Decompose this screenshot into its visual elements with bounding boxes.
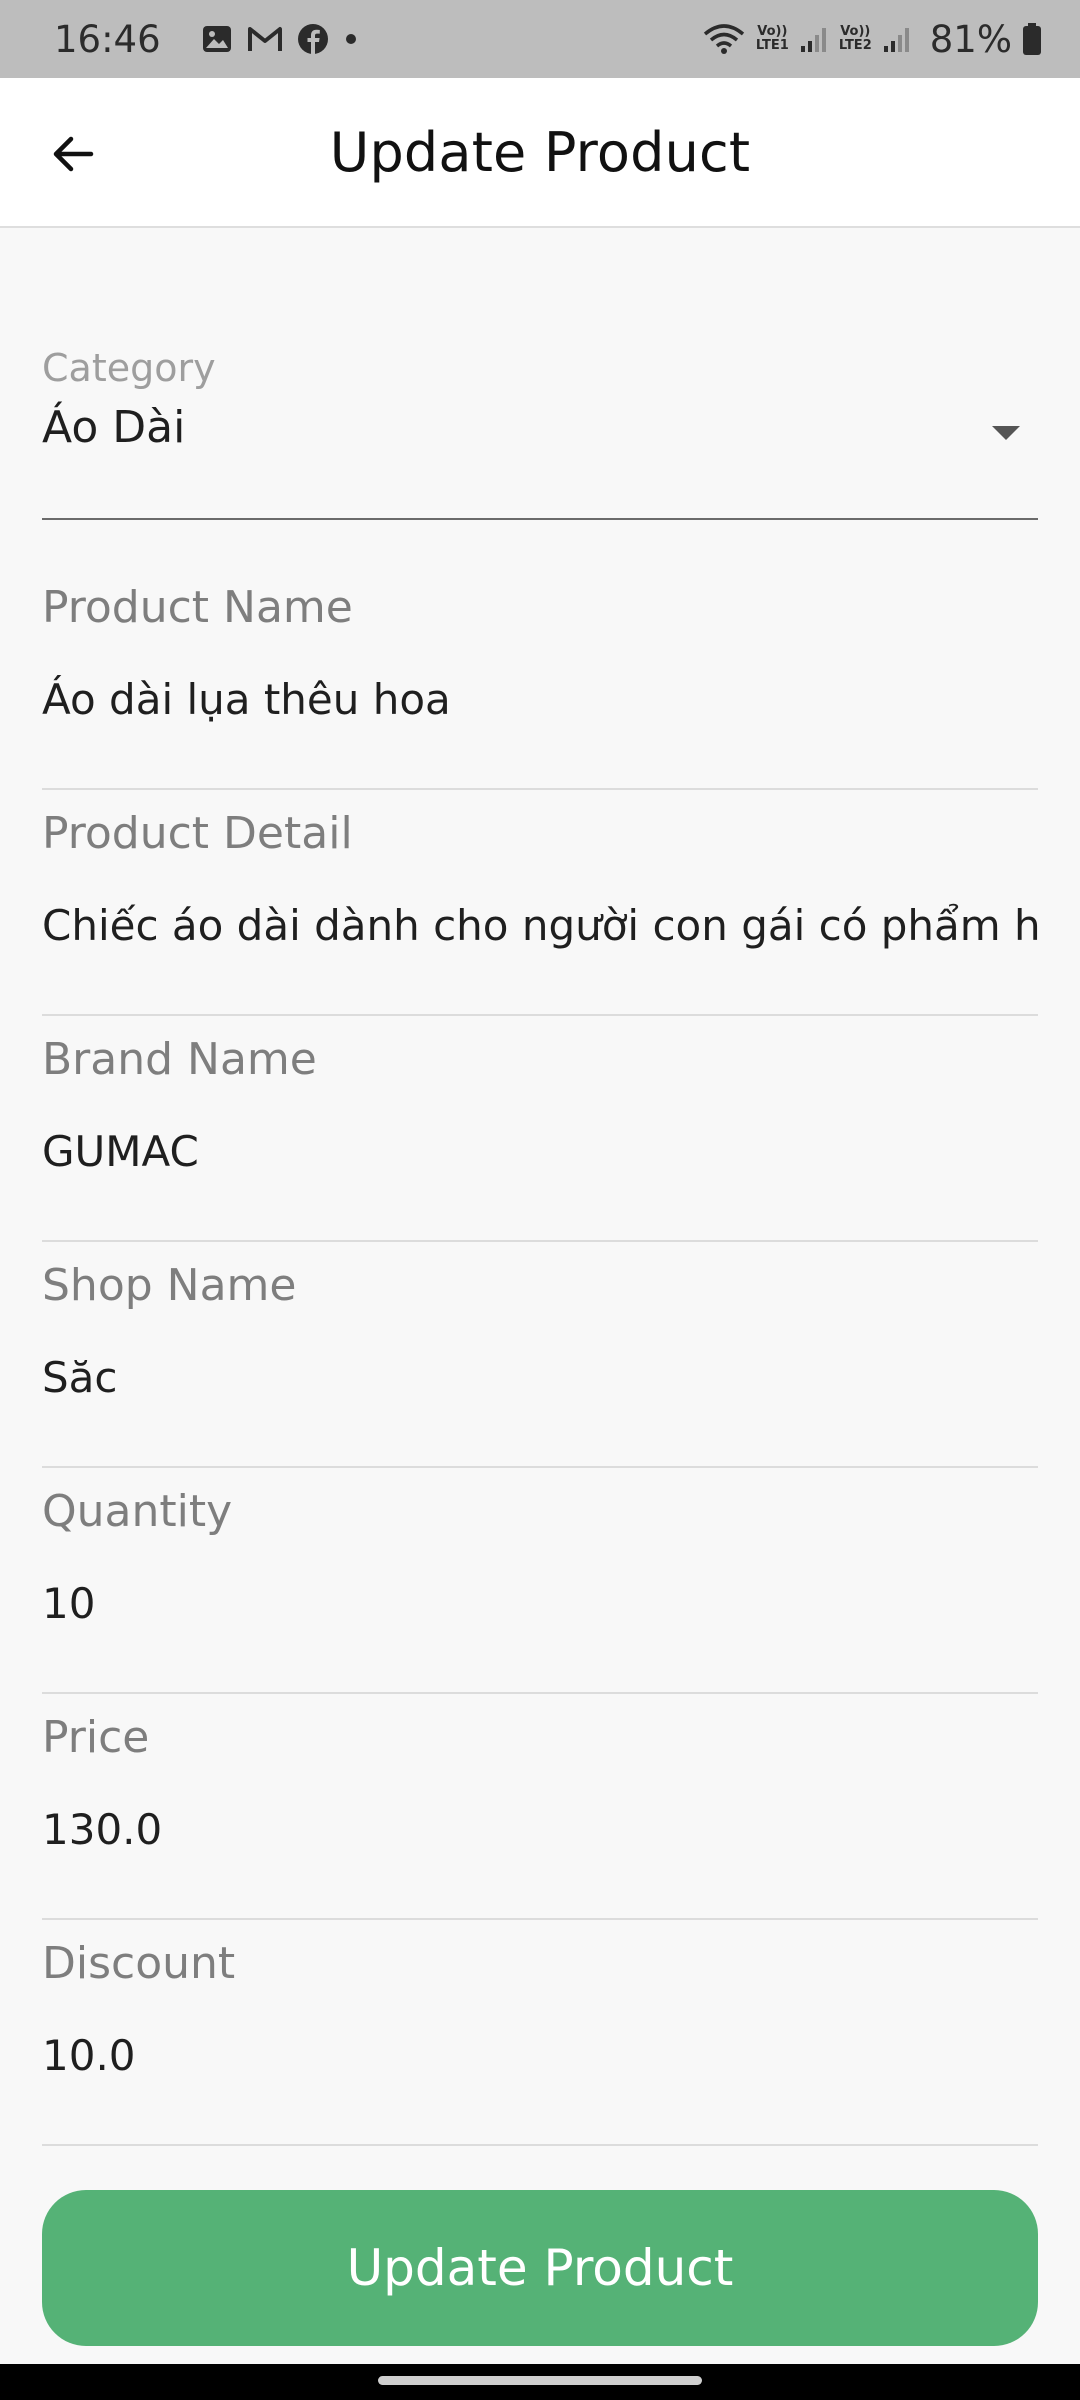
brand-name-input[interactable]: [42, 1116, 1038, 1186]
category-value: Áo Dài: [42, 402, 186, 453]
status-left: 16:46: [54, 18, 359, 61]
sim1-label-top: Vo)): [757, 24, 788, 39]
quantity-input[interactable]: [42, 1568, 1038, 1638]
arrow-left-icon: [53, 136, 94, 172]
product-name-label: Product Name: [42, 582, 353, 633]
notification-icons: [201, 23, 359, 55]
page-title: Update Product: [329, 120, 751, 184]
product-detail-input[interactable]: [42, 890, 1038, 960]
shop-name-input[interactable]: [42, 1342, 1038, 1412]
gmail-icon: [247, 24, 283, 54]
discount-label: Discount: [42, 1938, 236, 1989]
status-time: 16:46: [54, 17, 161, 61]
product-detail-label: Product Detail: [42, 808, 353, 859]
category-label: Category: [42, 346, 216, 390]
discount-field: Discount: [42, 1920, 1038, 2146]
update-product-button[interactable]: Update Product: [42, 2190, 1038, 2346]
brand-name-label: Brand Name: [42, 1034, 317, 1085]
price-input[interactable]: [42, 1794, 1038, 1864]
battery-icon: [1022, 22, 1042, 56]
signal-2-icon: [882, 24, 912, 54]
brand-name-field: Brand Name: [42, 1016, 1038, 1242]
discount-input[interactable]: [42, 2020, 1038, 2090]
sim1-indicator: Vo)) LTE1: [756, 25, 789, 53]
gallery-icon: [201, 23, 233, 55]
price-field: Price: [42, 1694, 1038, 1920]
system-nav-bar: [0, 2364, 1080, 2400]
back-button[interactable]: [42, 123, 104, 185]
price-label: Price: [42, 1712, 150, 1763]
sim1-label-bottom: LTE1: [755, 38, 789, 53]
shop-name-label: Shop Name: [42, 1260, 297, 1311]
sim2-indicator: Vo)) LTE2: [839, 25, 872, 53]
signal-1-icon: [799, 24, 829, 54]
app-bar: Update Product: [0, 78, 1080, 228]
status-bar: 16:46 Vo)) LTE1 Vo)) LTE2 81%: [0, 0, 1080, 78]
category-dropdown[interactable]: Category Áo Dài: [42, 346, 1038, 520]
status-right: Vo)) LTE1 Vo)) LTE2 81%: [702, 18, 1042, 61]
wifi-icon: [702, 22, 746, 56]
dropdown-arrow-icon[interactable]: [992, 426, 1020, 440]
product-detail-field: Product Detail: [42, 790, 1038, 1016]
product-name-input[interactable]: [42, 664, 1038, 734]
facebook-icon: [297, 23, 329, 55]
sim2-label-top: Vo)): [840, 24, 871, 39]
home-indicator[interactable]: [378, 2376, 702, 2385]
quantity-field: Quantity: [42, 1468, 1038, 1694]
sim2-label-bottom: LTE2: [838, 38, 872, 53]
shop-name-field: Shop Name: [42, 1242, 1038, 1468]
battery-percent: 81%: [929, 17, 1012, 61]
quantity-label: Quantity: [42, 1486, 233, 1537]
dot-icon: [343, 31, 359, 47]
product-name-field: Product Name: [42, 564, 1038, 790]
